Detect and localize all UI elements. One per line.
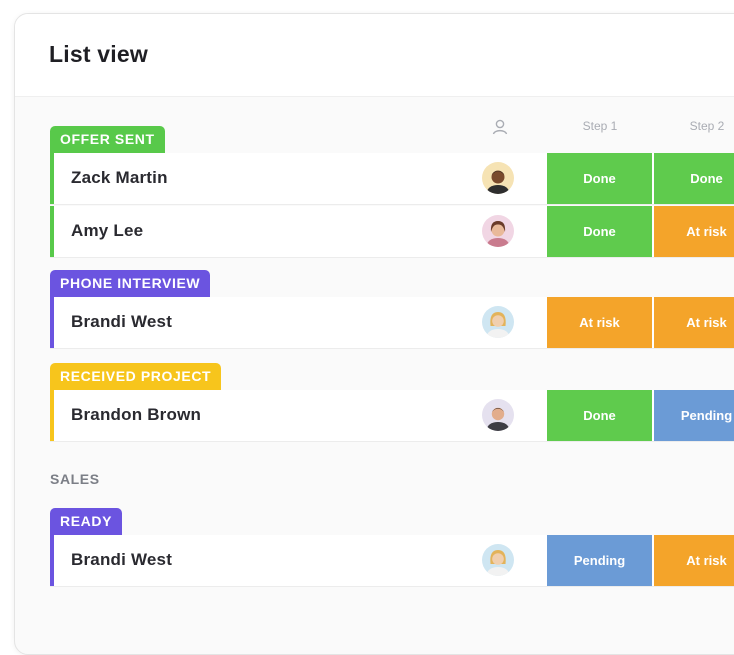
group-tag-phone-interview[interactable]: PHONE INTERVIEW <box>50 270 211 297</box>
status-cell-step-1[interactable]: Done <box>547 390 652 441</box>
assignee-column-icon[interactable] <box>491 118 509 136</box>
status-cell-step-2[interactable]: At risk <box>654 206 734 257</box>
candidate-name[interactable]: Amy Lee <box>71 221 143 241</box>
candidate-name[interactable]: Brandi West <box>71 550 172 570</box>
group-color-bar <box>50 535 54 586</box>
avatar[interactable] <box>482 399 514 431</box>
list-view-card: List view Step 1 Step 2 OFFER SENT Zack … <box>14 13 734 655</box>
status-cell-step-2[interactable]: At risk <box>654 297 734 348</box>
group-color-bar <box>50 297 54 348</box>
list-item[interactable]: Brandi West At risk At risk <box>50 297 734 349</box>
list-item[interactable]: Amy Lee Done At risk <box>50 206 734 258</box>
group-tag-received-project[interactable]: RECEIVED PROJECT <box>50 363 222 390</box>
candidate-name[interactable]: Brandi West <box>71 312 172 332</box>
column-header-step-2[interactable]: Step 2 <box>654 119 734 133</box>
status-cell-step-1[interactable]: At risk <box>547 297 652 348</box>
list-item[interactable]: Brandon Brown Done Pending <box>50 390 734 442</box>
group-color-bar <box>50 206 54 257</box>
status-cell-step-1[interactable]: Done <box>547 206 652 257</box>
status-cell-step-2[interactable]: At risk <box>654 535 734 586</box>
avatar[interactable] <box>482 306 514 338</box>
group-tag-ready[interactable]: READY <box>50 508 123 535</box>
list-item[interactable]: Brandi West Pending At risk <box>50 535 734 587</box>
status-cell-step-1[interactable]: Done <box>547 153 652 204</box>
status-cell-step-2[interactable]: Pending <box>654 390 734 441</box>
column-header-step-1[interactable]: Step 1 <box>547 119 653 133</box>
avatar[interactable] <box>482 544 514 576</box>
status-cell-step-2[interactable]: Done <box>654 153 734 204</box>
candidate-name[interactable]: Brandon Brown <box>71 405 201 425</box>
group-tag-offer-sent[interactable]: OFFER SENT <box>50 126 165 153</box>
group-color-bar <box>50 153 54 204</box>
group-color-bar <box>50 390 54 441</box>
card-header: List view <box>15 14 734 97</box>
status-cell-step-1[interactable]: Pending <box>547 535 652 586</box>
avatar[interactable] <box>482 162 514 194</box>
candidate-name[interactable]: Zack Martin <box>71 168 168 188</box>
avatar[interactable] <box>482 215 514 247</box>
page-title: List view <box>49 41 148 67</box>
list-item[interactable]: Zack Martin Done Done <box>50 153 734 205</box>
section-title-sales[interactable]: SALES <box>50 471 100 487</box>
